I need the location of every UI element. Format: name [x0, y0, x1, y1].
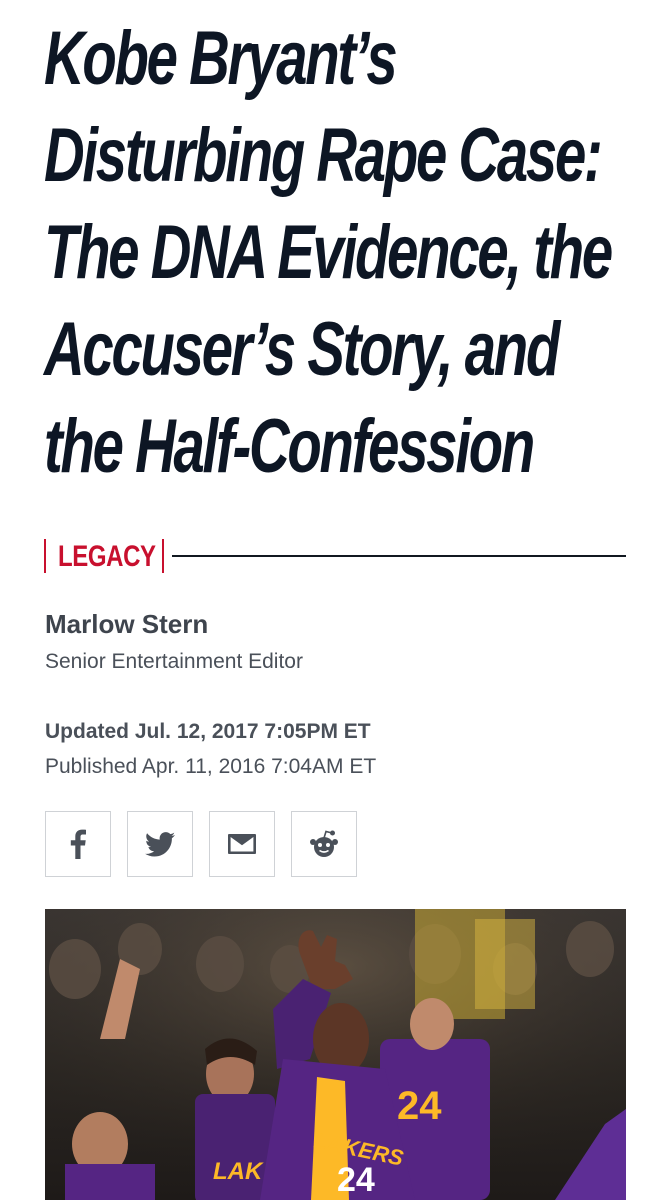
- headline-line: Kobe Bryant’s: [44, 16, 398, 101]
- share-bar: [45, 811, 357, 877]
- published-date: Published Apr. 11, 2016 7:04AM ET: [45, 755, 377, 778]
- headline-line: the Half-Confession: [44, 404, 535, 489]
- section-bar-left: [44, 539, 46, 573]
- teammate-jersey-text: LAK: [213, 1158, 264, 1185]
- section-bar-right: [162, 539, 164, 573]
- email-icon: [228, 834, 256, 854]
- section-tag[interactable]: LEGACY: [44, 535, 626, 579]
- reddit-icon: [310, 830, 338, 857]
- share-reddit-button[interactable]: [291, 811, 357, 877]
- share-twitter-button[interactable]: [127, 811, 193, 877]
- jersey-number: 24: [337, 1161, 375, 1199]
- author-name[interactable]: Marlow Stern: [45, 609, 208, 640]
- facebook-icon: [70, 829, 86, 859]
- headline-line: Accuser’s Story, and: [44, 307, 560, 392]
- hero-image[interactable]: 24 LAK LAKERS 24: [45, 909, 626, 1200]
- updated-date: Updated Jul. 12, 2017 7:05PM ET: [45, 720, 371, 743]
- author-role: Senior Entertainment Editor: [45, 650, 303, 673]
- section-label[interactable]: LEGACY: [58, 537, 156, 577]
- article-headline: Kobe Bryant’s Disturbing Rape Case: The …: [44, 10, 613, 495]
- headline-line: The DNA Evidence, the: [44, 210, 613, 295]
- twitter-icon: [145, 831, 175, 856]
- hero-photo: 24 LAK LAKERS 24: [45, 909, 626, 1200]
- headline-line: Disturbing Rape Case:: [44, 113, 603, 198]
- fan-jersey-number: 24: [397, 1084, 442, 1128]
- share-facebook-button[interactable]: [45, 811, 111, 877]
- share-email-button[interactable]: [209, 811, 275, 877]
- section-rule: [172, 555, 626, 557]
